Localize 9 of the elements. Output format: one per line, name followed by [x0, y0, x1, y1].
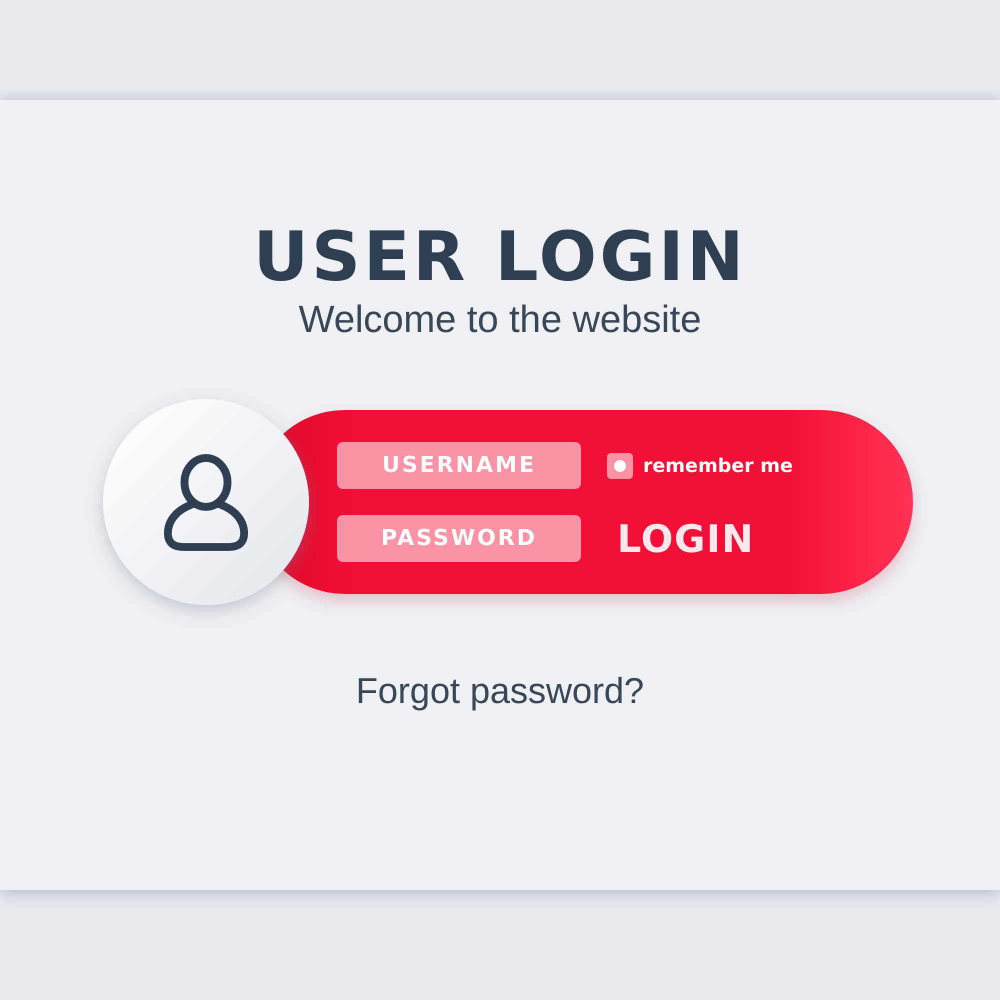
page-title: USER LOGIN	[253, 218, 747, 298]
remember-checkbox[interactable]	[607, 452, 633, 478]
welcome-text: Welcome to the website	[298, 298, 702, 342]
forgot-password-link[interactable]: Forgot password?	[356, 670, 644, 712]
username-field[interactable]: USERNAME	[337, 442, 581, 489]
login-button[interactable]: LOGIN	[617, 516, 754, 560]
remember-label: remember me	[643, 454, 793, 476]
user-icon	[162, 453, 250, 551]
password-field[interactable]: PASSWORD	[337, 515, 581, 562]
